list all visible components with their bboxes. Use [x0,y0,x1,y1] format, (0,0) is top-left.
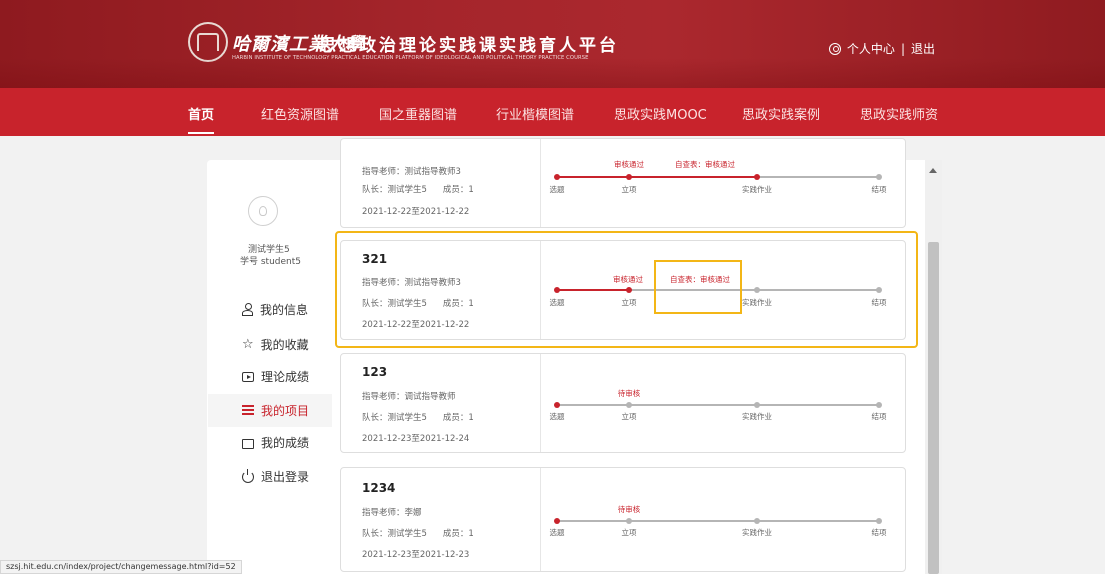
user-links: 个人中心 | 退出 [828,40,935,57]
project-title[interactable]: 1234 [362,481,395,495]
project-dates: 2021-12-22至2021-12-22 [362,207,470,217]
user-icon [242,303,253,316]
link-separator: | [900,41,905,56]
step-label: 选题 [549,185,565,194]
step-label: 结项 [871,528,887,537]
personal-center-link[interactable]: 个人中心 [847,40,895,57]
step-label: 立项 [621,528,637,537]
sidebar-item-label: 我的收藏 [260,338,309,352]
project-dates: 2021-12-22至2021-12-22 [362,320,470,330]
project-title[interactable]: 123 [362,365,387,379]
project-dates: 2021-12-23至2021-12-23 [362,550,470,560]
project-teacher: 指导老师：李娜 [362,508,422,518]
sidebar-item-label: 退出登录 [261,470,310,484]
project-teacher: 指导老师：测试指导教师3 [362,167,461,177]
status-label: 待审核 [617,505,641,514]
step-label: 选题 [549,298,565,307]
step-label: 实践作业 [742,528,772,537]
sidebar-item-my-favorites[interactable]: ☆ 我的收藏 [208,328,332,361]
sidebar-item-my-info[interactable]: 我的信息 [208,293,332,326]
project-teacher: 指导老师：测试指导教师3 [362,278,461,288]
nav-cases[interactable]: 思政实践案例 [742,104,820,123]
step-label: 实践作业 [742,412,772,421]
nav-red-resources[interactable]: 红色资源图谱 [261,104,339,123]
sidebar-item-label: 理论成绩 [261,370,310,384]
project-title[interactable]: 321 [362,252,387,266]
nav-teachers[interactable]: 思政实践师资 [860,104,938,123]
sidebar-item-label: 我的项目 [261,404,310,418]
browser-status-url: szsj.hit.edu.cn/index/project/changemess… [0,560,242,574]
status-label: 自查表：审核通过 [675,160,735,169]
student-id: 学号 student5 [240,257,301,267]
nav-industry-models[interactable]: 行业楷模图谱 [496,104,574,123]
screen-icon [242,371,254,382]
step-label: 选题 [549,528,565,537]
sidebar-item-label: 我的信息 [260,303,309,317]
site-header: 哈爾濱工業大學 思想政治理论实践课实践育人平台 HARBIN INSTITUTE… [0,0,1105,88]
scroll-up-icon[interactable] [929,168,937,173]
project-team: 队长：测试学生5 成员：1 [362,529,474,539]
platform-subtitle: HARBIN INSTITUTE OF TECHNOLOGY PRACTICAL… [232,55,589,61]
step-label: 实践作业 [742,298,772,307]
star-icon: ☆ [242,336,254,352]
project-card[interactable]: 321 指导老师：测试指导教师3 队长：测试学生5 成员：1 2021-12-22… [340,240,906,340]
scroll-thumb[interactable] [928,242,939,574]
project-team: 队长：测试学生5 成员：1 [362,413,474,423]
sidebar-item-my-projects[interactable]: 我的项目 [208,394,332,427]
nav-home[interactable]: 首页 [188,104,215,134]
person-icon [828,42,841,55]
project-dates: 2021-12-23至2021-12-24 [362,434,470,444]
step-label: 结项 [871,185,887,194]
project-team: 队长：测试学生5 成员：1 [362,299,474,309]
progress-track [554,518,882,524]
step-label: 结项 [871,298,887,307]
step-label: 实践作业 [742,185,772,194]
progress-track [554,174,882,180]
step-label: 结项 [871,412,887,421]
platform-title: 思想政治理论实践课实践育人平台 [319,36,619,56]
step-label: 选题 [549,412,565,421]
project-card[interactable]: 123 指导老师：调试指导教师 队长：测试学生5 成员：1 2021-12-23至… [340,353,906,453]
project-card[interactable]: 1234 指导老师：李娜 队长：测试学生5 成员：1 2021-12-23至202… [340,467,906,572]
status-label: 自查表：审核通过 [670,275,730,284]
list-icon [242,405,254,416]
sidebar-item-logout[interactable]: 退出登录 [208,460,332,493]
step-label: 立项 [621,412,637,421]
status-label: 审核通过 [614,160,644,169]
folder-icon [242,438,254,449]
project-team: 队长：测试学生5 成员：1 [362,185,474,195]
project-card[interactable]: 指导老师：测试指导教师3 队长：测试学生5 成员：1 2021-12-22至202… [340,138,906,228]
status-label: 待审核 [617,389,641,398]
sidebar-item-theory-scores[interactable]: 理论成绩 [208,360,332,393]
main-nav: 首页 红色资源图谱 国之重器图谱 行业楷模图谱 思政实践MOOC 思政实践案例 … [0,88,1105,136]
step-label: 立项 [621,298,637,307]
sidebar-item-my-grades[interactable]: 我的成绩 [208,426,332,459]
avatar [248,196,278,226]
power-icon [242,468,254,483]
nav-mooc[interactable]: 思政实践MOOC [614,104,707,123]
progress-track [554,287,882,293]
project-teacher: 指导老师：调试指导教师 [362,392,456,402]
step-label: 立项 [621,185,637,194]
university-emblem-icon[interactable] [188,22,228,62]
progress-track [554,402,882,408]
status-label: 审核通过 [613,275,643,284]
sidebar-item-label: 我的成绩 [261,436,310,450]
scrollbar[interactable] [925,160,942,574]
nav-national-equipment[interactable]: 国之重器图谱 [379,104,457,123]
logout-link[interactable]: 退出 [911,40,935,57]
